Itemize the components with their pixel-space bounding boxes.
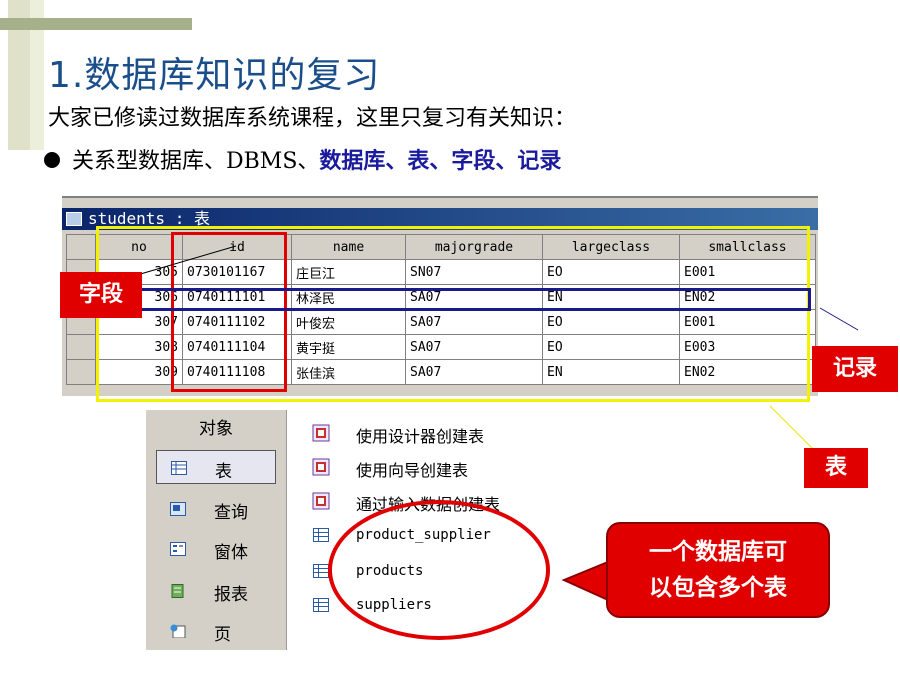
table-label: 表 <box>804 448 868 488</box>
tables-highlight-ellipse <box>328 500 550 640</box>
record-label: 记录 <box>812 346 898 392</box>
table-pointer-line <box>769 405 813 449</box>
page-icon <box>170 624 186 638</box>
table-icon <box>313 528 329 542</box>
objects-header[interactable]: 对象 <box>146 414 286 439</box>
sidebar-item-label: 查询 <box>214 503 248 523</box>
sidebar-item-pages[interactable]: 页 <box>156 614 276 648</box>
sidebar-item-label: 窗体 <box>214 543 248 563</box>
callout-line: 以包含多个表 <box>649 575 787 601</box>
sidebar-item-reports[interactable]: 报表 <box>156 574 276 608</box>
record-pointer-line <box>819 307 859 331</box>
table-icon <box>313 598 329 612</box>
sidebar-item-label: 页 <box>214 625 231 645</box>
form-icon <box>170 542 186 556</box>
field-label: 字段 <box>60 272 142 318</box>
sidebar-item-queries[interactable]: 查询 <box>156 492 276 526</box>
sidebar-item-label: 表 <box>215 462 232 482</box>
sidebar-item-tables[interactable]: 表 <box>156 450 276 484</box>
sidebar-item-forms[interactable]: 窗体 <box>156 532 276 566</box>
wizard-icon <box>312 424 330 442</box>
objects-sidebar: 对象 表 查询 窗体 报表 页 <box>146 410 287 650</box>
wizard-icon <box>312 458 330 476</box>
sidebar-item-label: 报表 <box>214 585 248 605</box>
object-list-label: 使用设计器创建表 <box>356 427 485 446</box>
query-icon <box>170 502 186 516</box>
table-icon <box>171 461 187 475</box>
callout-box: 一个数据库可 以包含多个表 <box>606 522 830 618</box>
callout-line: 一个数据库可 <box>649 539 787 565</box>
report-icon <box>171 584 184 598</box>
object-list-label: 使用向导创建表 <box>356 461 469 480</box>
wizard-icon <box>312 492 330 510</box>
